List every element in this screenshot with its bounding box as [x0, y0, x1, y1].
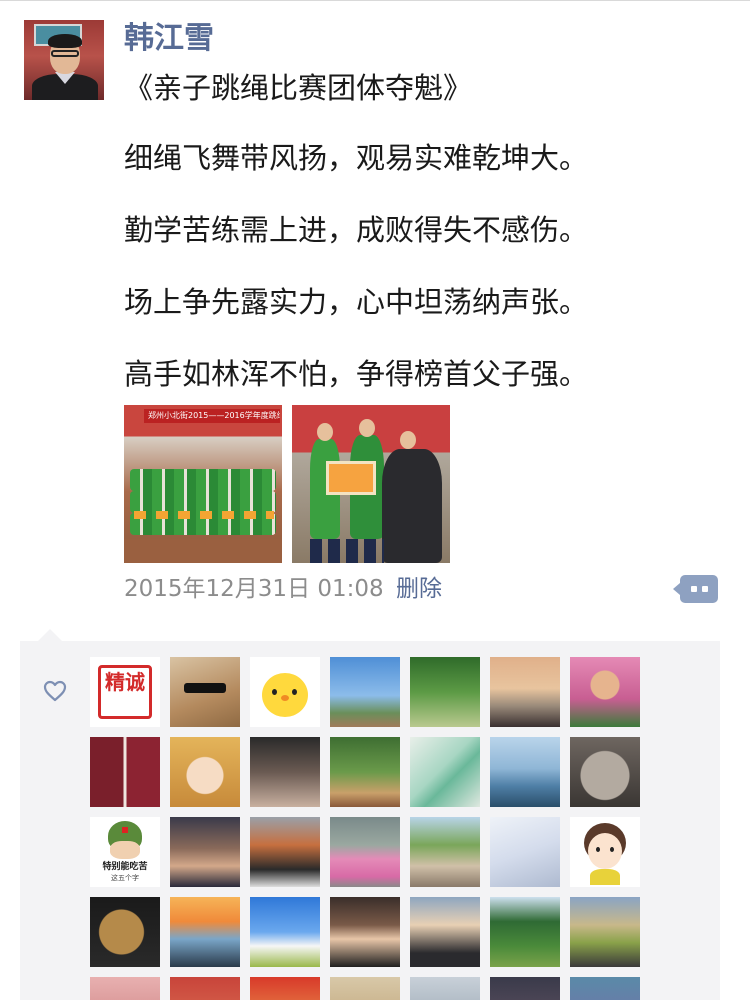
family-selfie-avatar[interactable]	[170, 817, 240, 887]
forest-avatar[interactable]	[490, 897, 560, 967]
daisies-sky-avatar[interactable]	[250, 897, 320, 967]
comment-more-button[interactable]	[673, 575, 718, 603]
seal-stamp-avatar[interactable]: 精诚	[90, 657, 160, 727]
tabby-cat-avatar[interactable]	[570, 737, 640, 807]
author-avatar[interactable]	[24, 20, 104, 100]
post-photo-award[interactable]	[292, 405, 450, 563]
man-glasses-avatar[interactable]	[410, 897, 480, 967]
park-bridge-avatar[interactable]	[330, 737, 400, 807]
woman-portrait-avatar[interactable]	[330, 897, 400, 967]
partial-avatar-2[interactable]	[170, 977, 240, 1000]
palm-tree-avatar[interactable]	[330, 657, 400, 727]
poem-line: 勤学苦练需上进，成败得失不感伤。	[124, 213, 589, 247]
tree-arch-avatar[interactable]	[410, 657, 480, 727]
partial-avatar-4[interactable]	[330, 977, 400, 1000]
post-photo-team[interactable]: 郑州小北街2015——2016学年度跳绳比赛	[124, 405, 282, 563]
basketball-jersey-avatar[interactable]	[90, 737, 160, 807]
sunglasses-icon	[184, 683, 226, 693]
partial-avatar-6[interactable]	[490, 977, 560, 1000]
leopard-avatar[interactable]	[90, 897, 160, 967]
stroller-kid-avatar[interactable]	[250, 817, 320, 887]
cartoon-girl-avatar[interactable]	[170, 737, 240, 807]
sunset-lake-avatar[interactable]	[490, 657, 560, 727]
seal-stamp-icon: 精诚	[98, 665, 152, 719]
certificate	[326, 461, 376, 495]
comment-dot-icon	[691, 586, 697, 592]
post-title: 《亲子跳绳比赛团体夺魁》	[124, 71, 473, 105]
likes-panel-arrow	[38, 629, 62, 641]
path-man-avatar[interactable]	[410, 817, 480, 887]
heart-icon	[43, 680, 67, 702]
photo-banner-text: 郑州小北街2015——2016学年度跳绳比赛	[144, 409, 280, 423]
partial-avatar-5[interactable]	[410, 977, 480, 1000]
jade-pendant-avatar[interactable]	[410, 737, 480, 807]
statue-sunset-avatar[interactable]	[170, 897, 240, 967]
lakeside-woman-avatar[interactable]	[490, 737, 560, 807]
cute-girl-drawing-avatar[interactable]	[570, 817, 640, 887]
girl-pink-avatar[interactable]	[330, 817, 400, 887]
partial-avatar-1[interactable]	[90, 977, 160, 1000]
poem-line: 细绳飞舞带风扬，观易实难乾坤大。	[124, 141, 589, 175]
soldier-cartoon-avatar[interactable]: 特别能吃苦 这五个字	[90, 817, 160, 887]
delete-button[interactable]: 删除	[396, 572, 442, 606]
baby-avatar[interactable]	[250, 737, 320, 807]
partial-avatar-3[interactable]	[250, 977, 320, 1000]
girl-flowers-avatar[interactable]	[570, 657, 640, 727]
poem-line: 场上争先露实力，心中坦荡纳声张。	[124, 285, 589, 319]
cat-sunglasses-avatar[interactable]	[170, 657, 240, 727]
author-name[interactable]: 韩江雪	[124, 18, 214, 60]
post-timestamp: 2015年12月31日 01:08	[124, 576, 384, 602]
soldier-caption-2: 这五个字	[111, 874, 139, 882]
partial-avatar-7[interactable]	[570, 977, 640, 1000]
yellow-chick-avatar[interactable]	[250, 657, 320, 727]
snow-woman-avatar[interactable]	[490, 817, 560, 887]
top-divider	[0, 0, 750, 1]
seal-caption: 精诚	[105, 670, 145, 694]
comment-dot-icon	[702, 586, 708, 592]
soldier-caption: 特别能吃苦	[102, 862, 148, 872]
road-rainbow-avatar[interactable]	[570, 897, 640, 967]
post-body: 细绳飞舞带风扬，观易实难乾坤大。 勤学苦练需上进，成败得失不感伤。 场上争先露实…	[124, 136, 724, 424]
